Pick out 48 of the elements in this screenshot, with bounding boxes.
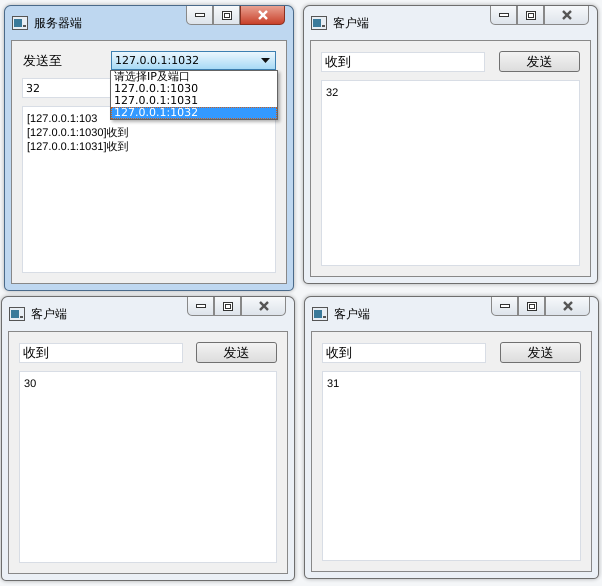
minimize-icon [500, 304, 510, 308]
minimize-button[interactable] [187, 297, 214, 316]
maximize-icon [526, 10, 536, 20]
close-icon [562, 301, 574, 311]
maximize-icon [526, 302, 536, 310]
window-title: 客户端 [31, 306, 67, 322]
dropdown-option[interactable]: 127.0.0.1:1031 [111, 95, 277, 107]
maximize-button[interactable] [213, 6, 240, 25]
caret-icon [261, 58, 270, 63]
window-title: 服务器端 [34, 14, 82, 32]
close-button[interactable] [545, 297, 590, 316]
close-icon [256, 10, 268, 20]
minimize-icon [194, 13, 204, 17]
maximize-button[interactable] [518, 297, 545, 316]
address-dropdown[interactable]: 127.0.0.1:1032 [111, 51, 276, 70]
close-button[interactable] [544, 6, 589, 25]
send-button[interactable]: 发送 [500, 342, 581, 363]
close-icon [560, 10, 572, 20]
log-line: [127.0.0.1:103 [27, 112, 98, 126]
minimize-button[interactable] [490, 6, 517, 25]
message-field[interactable]: 收到 [321, 52, 485, 72]
window-icon [312, 307, 328, 321]
maximize-button[interactable] [214, 297, 241, 316]
message-field[interactable]: 收到 [19, 342, 183, 362]
window-title: 客户端 [334, 306, 370, 322]
minimize-button[interactable] [491, 297, 518, 316]
send-button[interactable]: 发送 [196, 342, 277, 363]
window-icon [12, 16, 28, 30]
maximize-button[interactable] [517, 6, 544, 25]
window-icon [9, 307, 25, 321]
minimize-icon [196, 304, 206, 308]
maximize-icon [222, 302, 232, 310]
log-line: [127.0.0.1:1030]收到 [27, 126, 129, 140]
close-icon [258, 301, 270, 311]
window-icon [311, 16, 327, 30]
log-line: [127.0.0.1:1031]收到 [27, 140, 129, 154]
log-line: 31 [327, 377, 340, 391]
maximize-icon [222, 10, 232, 20]
close-button[interactable] [241, 297, 286, 316]
log-line: 32 [326, 86, 338, 100]
send-button[interactable]: 发送 [499, 51, 580, 72]
send-to-label: 发送至 [22, 52, 63, 70]
close-button[interactable] [240, 6, 285, 25]
log-line: 30 [24, 377, 36, 391]
minimize-icon [498, 13, 508, 17]
minimize-button[interactable] [186, 6, 213, 25]
window-title: 客户端 [333, 14, 369, 32]
message-field[interactable]: 收到 [322, 342, 486, 362]
